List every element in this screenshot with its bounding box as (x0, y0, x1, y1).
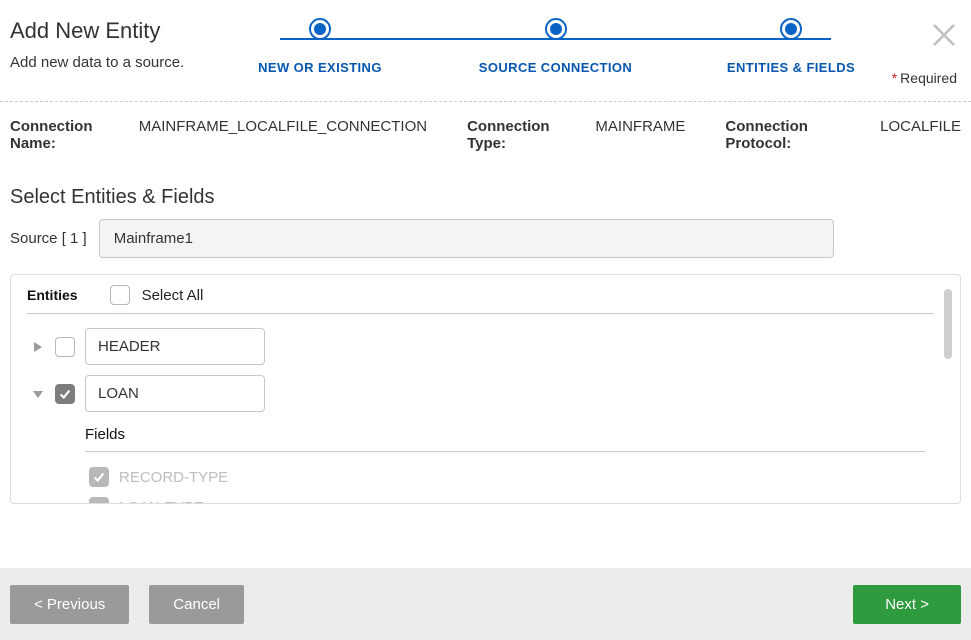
entities-heading: Entities (27, 287, 78, 303)
entity-checkbox[interactable] (55, 337, 75, 357)
field-label: LOAN-TYPE (119, 499, 204, 504)
entity-name-input[interactable] (85, 375, 265, 412)
step-dot-icon (309, 18, 331, 40)
fields-heading: Fields (85, 426, 934, 443)
step-entities-fields[interactable]: ENTITIES & FIELDS (711, 18, 871, 75)
field-row: LOAN-TYPE (85, 492, 934, 503)
field-row: RECORD-TYPE (85, 462, 934, 492)
step-source-connection[interactable]: SOURCE CONNECTION (476, 18, 636, 75)
required-indicator: *Required (892, 70, 957, 86)
footer-bar: < Previous Cancel Next > (0, 568, 971, 640)
scrollbar-thumb[interactable] (944, 289, 952, 359)
wizard-stepper: NEW OR EXISTING SOURCE CONNECTION ENTITI… (240, 18, 871, 75)
step-dot-icon (545, 18, 567, 40)
step-new-or-existing[interactable]: NEW OR EXISTING (240, 18, 400, 75)
section-title: Select Entities & Fields (0, 152, 971, 219)
field-checkbox (89, 467, 109, 487)
step-label: SOURCE CONNECTION (479, 60, 632, 75)
close-icon[interactable] (929, 20, 959, 50)
divider (85, 451, 925, 452)
connection-protocol-label: Connection Protocol: (725, 118, 870, 152)
source-label: Source [ 1 ] (10, 230, 87, 247)
select-all-checkbox[interactable] (110, 285, 130, 305)
connection-type-value: MAINFRAME (595, 118, 685, 135)
connection-name-value: MAINFRAME_LOCALFILE_CONNECTION (139, 118, 427, 135)
entity-name-input[interactable] (85, 328, 265, 365)
select-all-label: Select All (142, 287, 204, 304)
step-label: NEW OR EXISTING (258, 60, 382, 75)
chevron-right-icon[interactable] (31, 340, 45, 354)
field-label: RECORD-TYPE (119, 469, 228, 486)
divider (27, 313, 934, 314)
connection-summary: Connection Name: MAINFRAME_LOCALFILE_CON… (0, 102, 971, 152)
source-input[interactable] (99, 219, 834, 258)
connection-name-label: Connection Name: (10, 118, 129, 152)
step-dot-icon (780, 18, 802, 40)
entity-row-loan (31, 375, 934, 412)
entity-row-header (31, 328, 934, 365)
connection-protocol-value: LOCALFILE (880, 118, 961, 135)
entity-checkbox[interactable] (55, 384, 75, 404)
entities-panel: Entities Select All (10, 274, 961, 504)
cancel-button[interactable]: Cancel (149, 585, 244, 624)
next-button[interactable]: Next > (853, 585, 961, 624)
field-checkbox (89, 497, 109, 503)
step-label: ENTITIES & FIELDS (727, 60, 855, 75)
previous-button[interactable]: < Previous (10, 585, 129, 624)
connection-type-label: Connection Type: (467, 118, 585, 152)
chevron-down-icon[interactable] (31, 387, 45, 401)
